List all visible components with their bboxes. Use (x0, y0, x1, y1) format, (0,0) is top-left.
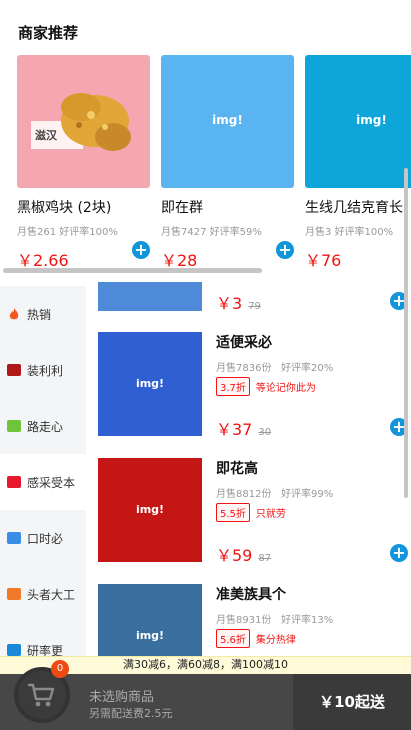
logo-icon (7, 588, 21, 600)
image-placeholder: img! (135, 503, 165, 516)
food-image (98, 282, 202, 311)
price-now: ￥59 (216, 546, 253, 565)
fire-icon (7, 307, 21, 321)
food-price: ￥59 87 (216, 542, 271, 566)
cart-icon (28, 683, 55, 707)
recommend-card[interactable]: img! 生线几结克育长 月售3 好评率100% ￥76 (305, 55, 411, 271)
price-now: ￥37 (216, 420, 253, 439)
cart-bar: 0 未选购商品 另需配送费2.5元 ￥10起送 (0, 660, 411, 730)
food-sales: 月售8812份 (216, 489, 272, 500)
food-price: ￥37 30 (216, 416, 271, 440)
menu-item-hot[interactable]: 热销 (0, 286, 86, 342)
menu-item-label: 热销 (27, 307, 52, 322)
recommend-section: 商家推荐 滋汉 黑椒鸡块 (2块) 月售261 好评率100% ￥2.66 + … (0, 0, 411, 282)
recommend-card[interactable]: img! 即在群 月售7427 好评率59% ￥28 + (161, 55, 294, 271)
image-placeholder: img! (135, 377, 165, 390)
svg-text:滋汉: 滋汉 (35, 128, 58, 142)
image-placeholder: img! (356, 113, 387, 127)
food-promo: 5.6折 集分热律 (216, 629, 296, 648)
cart-count-badge: 0 (51, 660, 69, 678)
category-menu: 热销 装利利 路走心 感采受本 口时必 头者大工 研率更 (0, 286, 86, 656)
discount-badge: 3.7折 (216, 377, 250, 396)
food-promo: 3.7折 等论记你此为 (216, 377, 316, 396)
price-old: 79 (248, 301, 261, 312)
min-order-button[interactable]: ￥10起送 (293, 674, 411, 730)
add-to-cart-icon[interactable]: + (132, 241, 150, 259)
food-rating: 好评率99% (281, 489, 334, 500)
menu-item-label: 研率更 (27, 643, 64, 657)
vertical-scrollbar[interactable] (404, 168, 408, 498)
recommend-card[interactable]: 滋汉 黑椒鸡块 (2块) 月售261 好评率100% ￥2.66 + (17, 55, 150, 271)
menu-item-label: 头者大工 (27, 587, 76, 602)
recommend-rating: 好评率59% (209, 227, 262, 238)
recommend-sales: 月售7427 (161, 227, 207, 238)
food-name: 适便采必 (216, 335, 272, 351)
food-meta: 月售8931份 好评率13% (216, 611, 333, 626)
image-placeholder: img! (212, 113, 243, 127)
logo-icon (7, 364, 21, 376)
menu-item[interactable]: 路走心 (0, 398, 86, 454)
food-image: img! (98, 332, 202, 436)
price-old: 87 (258, 553, 272, 564)
recommend-price: ￥76 (305, 251, 342, 270)
promo-text: 等论记你此为 (255, 383, 316, 394)
recommend-rating: 好评率100% (334, 227, 394, 238)
menu-item[interactable]: 研率更 (0, 622, 86, 656)
food-sales: 月售8931份 (216, 615, 272, 626)
food-name: 即花高 (216, 461, 258, 477)
menu-item-label: 装利利 (27, 363, 64, 378)
menu-item[interactable]: 头者大工 (0, 566, 86, 622)
logo-icon (7, 420, 21, 432)
menu-item-label: 路走心 (27, 419, 64, 434)
recommend-name: 即在群 (161, 200, 203, 216)
food-name: 准美族具个 (216, 587, 286, 603)
food-meta: 月售7836份 好评率20% (216, 359, 333, 374)
recommend-image: img! (305, 55, 411, 188)
delivery-fee: 另需配送费2.5元 (89, 707, 173, 720)
menu-item-label: 口时必 (27, 531, 64, 546)
price-old: 30 (258, 427, 272, 438)
food-image: img! (98, 458, 202, 562)
food-promo: 5.5折 只就劳 (216, 503, 286, 522)
recommend-image: 滋汉 (17, 55, 150, 188)
menu-item-label: 感采受本 (27, 475, 76, 490)
horizontal-scrollbar[interactable] (3, 268, 262, 273)
recommend-sales: 月售3 (305, 227, 332, 238)
add-to-cart-icon[interactable]: + (276, 241, 294, 259)
logo-icon (7, 476, 21, 488)
cart-empty-text: 未选购商品 (89, 690, 155, 705)
recommend-name: 生线几结克育长 (305, 200, 403, 216)
shop-page: 商家推荐 滋汉 黑椒鸡块 (2块) 月售261 好评率100% ￥2.66 + … (0, 0, 411, 730)
recommend-name: 黑椒鸡块 (2块) (17, 200, 112, 216)
recommend-meta: 月售3 好评率100% (305, 223, 411, 238)
fried-chicken-image: 滋汉 (31, 93, 131, 151)
menu-item[interactable]: 装利利 (0, 342, 86, 398)
recommend-rating: 好评率100% (59, 227, 118, 238)
food-rating: 好评率13% (281, 615, 334, 626)
recommend-meta: 月售261 好评率100% (17, 223, 150, 238)
image-placeholder: img! (135, 629, 165, 642)
recommend-meta: 月售7427 好评率59% (161, 223, 294, 238)
food-image: img! (98, 584, 202, 656)
food-sales: 月售7836份 (216, 363, 272, 374)
discount-badge: 5.5折 (216, 503, 250, 522)
logo-icon (7, 532, 21, 544)
add-to-cart-icon[interactable]: + (390, 544, 408, 562)
recommend-title: 商家推荐 (18, 24, 79, 42)
recommend-image: img! (161, 55, 294, 188)
food-meta: 月售8812份 好评率99% (216, 485, 333, 500)
food-list: ￥3 79 + img! 适便采必 月售7836份 好评率20% 3.7折 等论… (86, 282, 411, 656)
promo-text: 只就劳 (255, 509, 286, 520)
recommend-sales: 月售261 (17, 227, 57, 238)
menu-item[interactable]: 感采受本 (0, 454, 86, 510)
price-now: ￥3 (216, 294, 243, 313)
logo-icon (7, 644, 21, 656)
menu-item[interactable]: 口时必 (0, 510, 86, 566)
promo-text: 集分热律 (255, 635, 296, 646)
discount-badge: 5.6折 (216, 629, 250, 648)
food-rating: 好评率20% (281, 363, 334, 374)
food-price: ￥3 79 (216, 290, 261, 314)
